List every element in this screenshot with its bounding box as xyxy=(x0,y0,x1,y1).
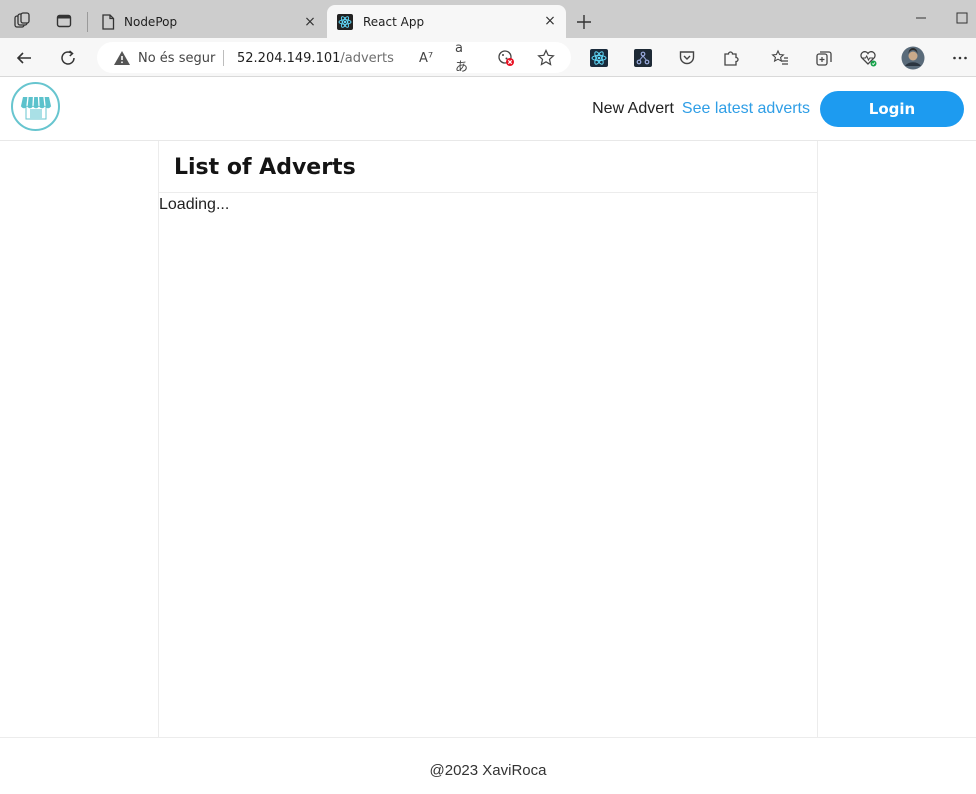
favorite-star-icon[interactable] xyxy=(536,48,556,68)
footer-copyright: @2023 XaviRoca xyxy=(429,762,547,779)
redux-devtools-extension-icon[interactable] xyxy=(628,43,658,73)
profile-avatar[interactable] xyxy=(898,43,928,73)
not-secure-warning-icon[interactable] xyxy=(113,49,131,67)
page-icon xyxy=(100,14,116,30)
back-arrow-icon[interactable] xyxy=(9,43,39,73)
browser-tab-strip: NodePop × React App × xyxy=(0,0,976,38)
app-header: New Advert See latest adverts Login xyxy=(0,78,976,141)
reload-icon[interactable] xyxy=(53,43,83,73)
new-advert-link[interactable]: New Advert xyxy=(592,100,674,118)
address-divider xyxy=(223,50,224,66)
address-bar[interactable]: No és segur 52.204.149.101/adverts A⁷ aあ xyxy=(97,41,571,75)
maximize-icon[interactable] xyxy=(948,4,976,32)
translate-icon[interactable]: aあ xyxy=(455,41,475,75)
page-title-bar: List of Adverts xyxy=(159,141,817,193)
tab-separator xyxy=(87,12,88,32)
page-title: List of Adverts xyxy=(174,155,356,180)
close-tab-icon[interactable]: × xyxy=(542,13,558,29)
new-tab-button[interactable] xyxy=(570,8,598,36)
url-text[interactable]: 52.204.149.101/adverts xyxy=(237,51,394,66)
close-tab-icon[interactable]: × xyxy=(302,14,318,30)
main-nav: New Advert See latest adverts Login xyxy=(592,91,964,127)
tab-react-app[interactable]: React App × xyxy=(327,5,566,38)
vertical-tabs-icon[interactable] xyxy=(50,7,78,35)
url-path: /adverts xyxy=(340,51,394,66)
browser-essentials-heart-icon[interactable] xyxy=(853,43,883,73)
more-options-icon[interactable] xyxy=(945,43,975,73)
adverts-content: List of Adverts Loading... xyxy=(158,141,818,737)
workspaces-icon[interactable] xyxy=(8,7,36,35)
react-icon xyxy=(337,14,353,30)
tab-title: React App xyxy=(363,15,425,29)
tracking-prevention-icon[interactable] xyxy=(496,48,516,68)
favorites-list-icon[interactable] xyxy=(765,43,795,73)
pocket-icon[interactable] xyxy=(672,43,702,73)
login-button[interactable]: Login xyxy=(820,91,964,127)
tab-title: NodePop xyxy=(124,15,178,29)
url-host: 52.204.149.101 xyxy=(237,51,341,66)
collections-icon[interactable] xyxy=(809,43,839,73)
read-aloud-icon[interactable]: A⁷ xyxy=(416,48,436,68)
latest-adverts-link[interactable]: See latest adverts xyxy=(682,100,810,118)
store-awning-icon[interactable] xyxy=(11,82,60,131)
tab-nodepop[interactable]: NodePop × xyxy=(90,6,326,38)
react-devtools-extension-icon[interactable] xyxy=(584,43,614,73)
extensions-puzzle-icon[interactable] xyxy=(716,43,746,73)
security-status-text[interactable]: No és segur xyxy=(138,51,215,66)
page-footer: @2023 XaviRoca xyxy=(0,737,976,794)
loading-status: Loading... xyxy=(159,196,230,213)
browser-toolbar: No és segur 52.204.149.101/adverts A⁷ aあ xyxy=(0,38,976,77)
minimize-icon[interactable] xyxy=(907,4,935,32)
